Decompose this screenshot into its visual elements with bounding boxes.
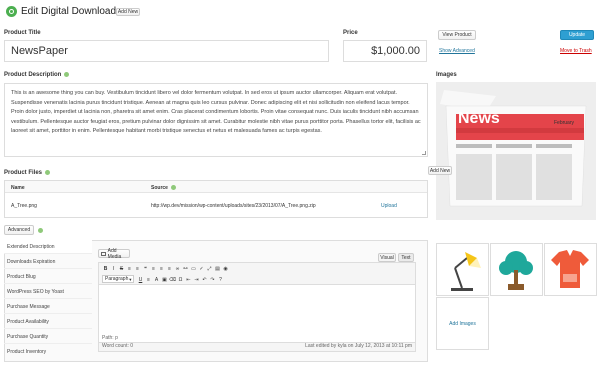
- tab-extended-description[interactable]: Extended Description: [4, 240, 92, 254]
- tab-wordpress-seo[interactable]: WordPress SEO by Yoast: [4, 285, 92, 299]
- thumbnail-tree[interactable]: [490, 243, 543, 296]
- fullscreen-icon[interactable]: ⤢: [206, 265, 213, 272]
- description-textarea[interactable]: This is an awesome thing you can buy. Ve…: [4, 83, 428, 157]
- news-headline: News: [458, 110, 500, 127]
- add-images-box[interactable]: Add Images: [436, 297, 489, 350]
- special-icon[interactable]: ◉: [222, 265, 229, 272]
- tree-icon: [499, 251, 533, 290]
- chevron-down-icon: ▼: [128, 276, 133, 282]
- thumbnail-shirt[interactable]: [544, 243, 597, 296]
- app-logo-icon: [6, 6, 17, 17]
- add-new-file-button[interactable]: Add New: [428, 166, 452, 175]
- shirt-icon: [551, 250, 589, 288]
- description-text: This is an awesome thing you can buy. Ve…: [11, 90, 421, 134]
- format-select[interactable]: Paragraph ▼: [102, 275, 134, 283]
- add-images-link[interactable]: Add Images: [449, 321, 476, 327]
- help-icon[interactable]: ?: [217, 276, 224, 283]
- column-header-source: Source: [151, 185, 176, 191]
- resize-handle-icon[interactable]: [422, 151, 426, 155]
- undo-icon[interactable]: ↶: [201, 276, 208, 283]
- file-source[interactable]: http://wp.dev/mission/wp-content/uploads…: [151, 203, 316, 209]
- view-product-button[interactable]: View Product: [438, 30, 476, 40]
- help-icon[interactable]: [170, 185, 176, 191]
- align-right-icon[interactable]: ≡: [166, 265, 173, 272]
- italic-icon[interactable]: I: [110, 265, 117, 272]
- move-to-trash-link[interactable]: Move to Trash: [560, 48, 592, 54]
- lamp-icon: [451, 252, 481, 291]
- tab-downloads-expiration[interactable]: Downloads Expiration: [4, 255, 92, 269]
- underline-icon[interactable]: U: [137, 276, 144, 283]
- redo-icon[interactable]: ↷: [209, 276, 216, 283]
- show-advanced-link[interactable]: Show Advanced: [439, 48, 475, 54]
- product-description-label: Product Description: [4, 72, 70, 78]
- publish-box: View Product Update Show Advanced Move t…: [436, 28, 596, 60]
- bold-icon[interactable]: B: [102, 265, 109, 272]
- strikethrough-icon[interactable]: S: [118, 265, 125, 272]
- spellcheck-icon[interactable]: ✓: [198, 265, 205, 272]
- unlink-icon[interactable]: ⚯: [182, 265, 189, 272]
- paste-text-icon[interactable]: ▣: [161, 276, 168, 283]
- blockquote-icon[interactable]: ❝: [142, 265, 149, 272]
- files-table: Name Source A_Tree.png http://wp.dev/mis…: [4, 180, 428, 218]
- tab-product-blug[interactable]: Product Blug: [4, 270, 92, 284]
- outdent-icon[interactable]: ⇤: [185, 276, 192, 283]
- add-media-button[interactable]: Add Media: [98, 248, 130, 260]
- tab-visual[interactable]: Visual: [378, 253, 396, 262]
- column-header-name: Name: [11, 185, 25, 191]
- help-icon[interactable]: [45, 170, 51, 175]
- link-icon[interactable]: ∞: [174, 265, 181, 272]
- numbered-list-icon[interactable]: ≡: [134, 265, 141, 272]
- product-title-input[interactable]: NewsPaper: [4, 40, 329, 62]
- images-label: Images: [436, 72, 457, 78]
- editor-path: Path: p: [102, 335, 118, 341]
- align-center-icon[interactable]: ≡: [158, 265, 165, 272]
- last-edited: Last edited by kyla on July 12, 2013 at …: [305, 343, 412, 349]
- tab-purchase-quantity[interactable]: Purchase Quantity: [4, 330, 92, 344]
- add-new-download-button[interactable]: Add New: [116, 8, 140, 16]
- tab-product-availability[interactable]: Product Availability: [4, 315, 92, 329]
- clear-format-icon[interactable]: ⌫: [169, 276, 176, 283]
- newspaper-image[interactable]: News February: [436, 82, 596, 220]
- product-title-label: Product Title: [4, 30, 41, 36]
- editor-content[interactable]: [99, 285, 415, 335]
- help-icon[interactable]: [64, 72, 70, 77]
- advanced-button[interactable]: Advanced: [4, 225, 34, 235]
- more-icon[interactable]: ▭: [190, 265, 197, 272]
- page-title: Edit Digital Download: [21, 6, 117, 17]
- upload-link[interactable]: Upload: [381, 203, 397, 209]
- align-left-icon[interactable]: ≡: [150, 265, 157, 272]
- product-files-label: Product Files: [4, 170, 51, 176]
- tab-purchase-message[interactable]: Purchase Message: [4, 300, 92, 314]
- files-table-header: [5, 181, 427, 193]
- word-count: Word count: 0: [102, 343, 134, 349]
- tab-product-inventory[interactable]: Product Inventory: [4, 345, 92, 359]
- kitchen-sink-icon[interactable]: ▤: [214, 265, 221, 272]
- tab-text[interactable]: Text: [398, 253, 414, 262]
- text-color-icon[interactable]: A: [153, 276, 160, 283]
- editor-box: B I S ≡ ≡ ❝ ≡ ≡ ≡ ∞ ⚯ ▭ ✓ ⤢ ▤ ◉ Paragrap…: [98, 262, 416, 352]
- news-month: February: [554, 120, 575, 126]
- media-icon: [101, 251, 106, 256]
- price-label: Price: [343, 30, 358, 36]
- justify-icon[interactable]: ≡: [145, 276, 152, 283]
- file-name[interactable]: A_Tree.png: [11, 203, 37, 209]
- thumbnail-lamp[interactable]: [436, 243, 489, 296]
- bullet-list-icon[interactable]: ≡: [126, 265, 133, 272]
- price-input[interactable]: $1,000.00: [343, 40, 427, 62]
- help-icon[interactable]: [38, 228, 43, 233]
- update-button[interactable]: Update: [560, 30, 594, 40]
- indent-icon[interactable]: ⇥: [193, 276, 200, 283]
- special-char-icon[interactable]: Ω: [177, 276, 184, 283]
